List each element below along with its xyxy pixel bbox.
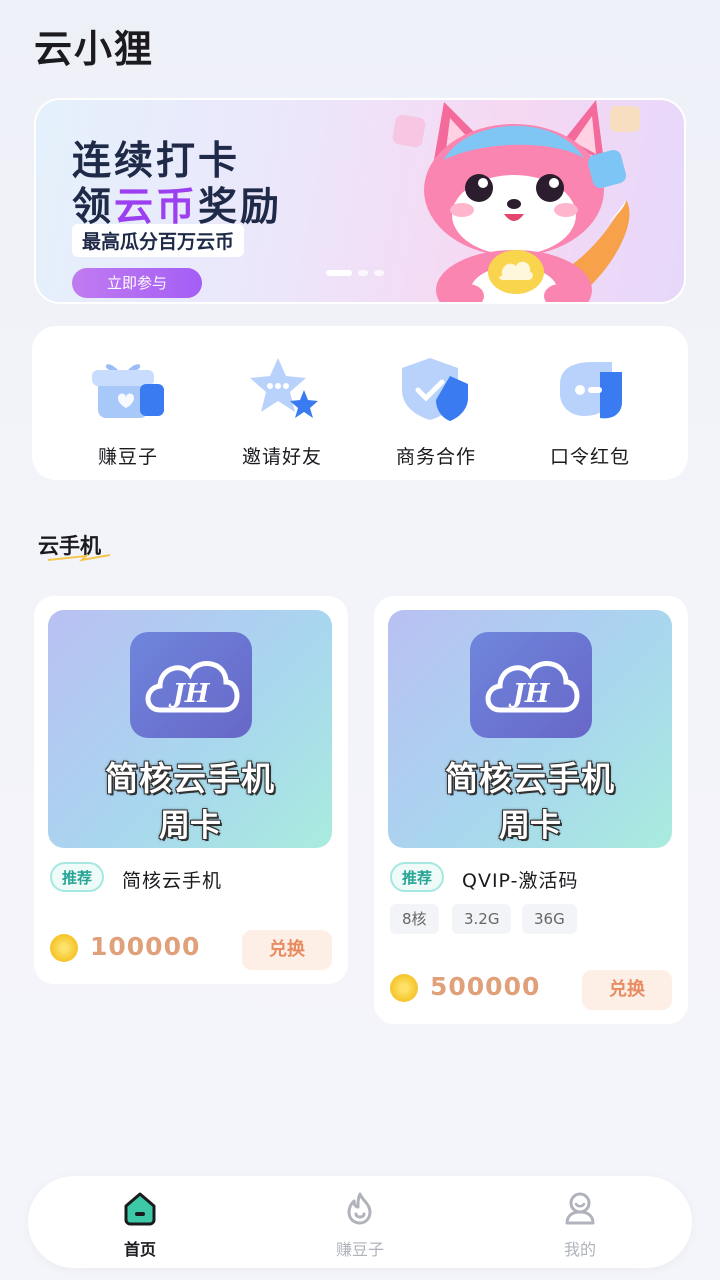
promo-banner[interactable]: 连续打卡 领云币奖励 最高瓜分百万云币 立即参与 — [34, 98, 686, 304]
recommend-badge: 推荐 — [50, 862, 105, 892]
nav-item-home[interactable]: 首页 — [90, 1190, 190, 1260]
product-image-subtitle: 周卡 — [499, 808, 561, 844]
svg-text:JH: JH — [168, 679, 211, 709]
quick-actions-panel: 赚豆子 邀请好友 商务合作 口令红包 — [32, 326, 688, 480]
product-image: JH 简核云手机 周卡 — [388, 610, 672, 848]
product-name: QVIP-激活码 — [462, 870, 579, 892]
exchange-button[interactable]: 兑换 — [242, 930, 332, 970]
product-card[interactable]: JH 简核云手机 周卡 推荐 QVIP-激活码 8核 3.2G 36G 5000… — [374, 596, 688, 1024]
product-image-title: 简核云手机 — [445, 759, 615, 798]
shield-check-icon — [402, 358, 468, 421]
quick-action-business-cooperation[interactable]: 商务合作 — [366, 354, 506, 469]
red-packet-icon — [560, 362, 622, 419]
app-title: 云小狸 — [34, 27, 155, 71]
nav-item-profile[interactable]: 我的 — [530, 1190, 630, 1260]
quick-action-label: 商务合作 — [395, 446, 476, 468]
product-image-subtitle: 周卡 — [159, 808, 221, 844]
banner-subtitle: 最高瓜分百万云币 — [72, 224, 245, 257]
product-card[interactable]: JH 简核云手机 周卡 推荐 简核云手机 100000 兑换 — [34, 596, 348, 984]
product-price: 100000 — [90, 932, 201, 961]
nav-label: 赚豆子 — [335, 1240, 384, 1259]
product-price: 500000 — [430, 972, 541, 1001]
nav-label: 首页 — [123, 1240, 156, 1259]
product-image: JH 简核云手机 周卡 — [48, 610, 332, 848]
recommend-badge: 推荐 — [390, 862, 445, 892]
gift-box-icon — [92, 364, 164, 418]
quick-action-password-red-packet[interactable]: 口令红包 — [520, 354, 660, 469]
quick-action-label: 赚豆子 — [97, 446, 158, 468]
spec-chip-ram: 3.2G — [452, 904, 512, 934]
cloud-icon: JH — [145, 661, 240, 713]
coin-icon — [390, 974, 418, 1002]
exchange-button[interactable]: 兑换 — [582, 970, 672, 1010]
bottom-navigation: 首页 赚豆子 我的 — [28, 1176, 692, 1268]
fox-mascot-illustration — [392, 100, 640, 302]
quick-action-invite-friends[interactable]: 邀请好友 — [212, 354, 352, 469]
coin-icon — [50, 934, 78, 962]
flame-icon — [347, 1192, 372, 1225]
spec-chip-cpu: 8核 — [390, 904, 439, 934]
cloud-logo: JH — [130, 632, 252, 738]
nav-item-earn-beans[interactable]: 赚豆子 — [310, 1190, 410, 1260]
user-icon — [565, 1192, 595, 1225]
svg-text:JH: JH — [508, 679, 551, 709]
product-name: 简核云手机 — [122, 870, 223, 892]
spec-chip-storage: 36G — [522, 904, 577, 934]
product-image-title: 简核云手机 — [105, 759, 275, 798]
cloud-logo: JH — [470, 632, 592, 738]
nav-label: 我的 — [563, 1240, 596, 1259]
cloud-icon: JH — [485, 661, 580, 713]
quick-action-label: 邀请好友 — [241, 446, 322, 468]
home-icon — [124, 1192, 156, 1226]
join-now-button[interactable]: 立即参与 — [72, 268, 202, 298]
quick-action-earn-beans[interactable]: 赚豆子 — [58, 354, 198, 469]
section-underline-decoration — [47, 554, 111, 562]
quick-action-label: 口令红包 — [549, 446, 630, 468]
star-chat-icon — [250, 358, 318, 418]
